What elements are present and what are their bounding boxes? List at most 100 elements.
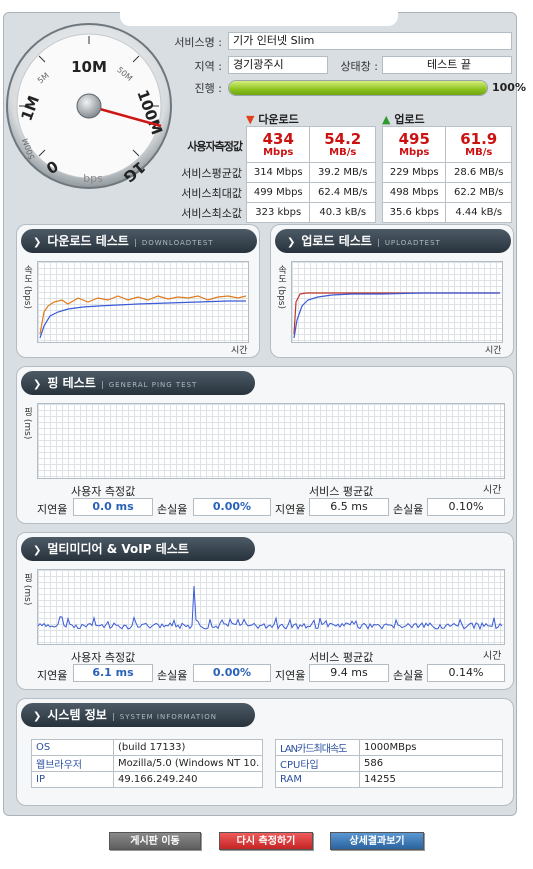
- ping-svc-latency: 6.5 ms: [309, 498, 389, 516]
- avg-label: 서비스평균값: [181, 167, 242, 180]
- ping-user-loss: 0.00%: [193, 498, 271, 516]
- ping-title-text: 핑 테스트: [47, 376, 96, 390]
- dl-mbs-cell: 54.2 MB/s: [309, 126, 376, 163]
- upload-avg-line: [293, 292, 500, 339]
- ram-label: RAM: [275, 771, 360, 788]
- ping-user-latency: 0.0 ms: [73, 498, 153, 516]
- max-label: 서비스최대값: [181, 187, 242, 200]
- region-field: 경기광주시: [228, 56, 328, 74]
- ul-max-mbs: 62.2 MB/s: [445, 182, 512, 203]
- download-avg-line: [39, 300, 246, 339]
- voip-title-text: 멀티미디어 & VoIP 테스트: [47, 542, 189, 556]
- upload-chart: [291, 261, 503, 343]
- ul-mbs-unit: MB/s: [465, 146, 493, 158]
- download-header-label: 다운로드: [258, 113, 299, 126]
- browser-label: 웹브라우저: [31, 755, 114, 772]
- gauge-label-10m: 10M: [71, 58, 107, 76]
- voip-user-loss: 0.00%: [193, 664, 271, 682]
- voip-chart: [37, 569, 505, 645]
- retest-button[interactable]: 다시 측정하기: [219, 832, 313, 850]
- ping-test-panel: ❯ 핑 테스트 GENERAL PING TEST 핑 (ms) 시간 사용자 측정…: [16, 366, 514, 524]
- cpu-value: 586: [359, 755, 503, 772]
- voip-user-latency: 6.1 ms: [73, 664, 153, 682]
- gauge-hub: [76, 93, 102, 119]
- ul-min-kbs: 4.44 kB/s: [445, 202, 512, 223]
- upload-subtitle: UPLOADTEST: [377, 239, 441, 247]
- dl-avg-mbps: 314 Mbps: [245, 162, 311, 183]
- system-table-left: OS (build 17133) 웹브라우저 Mozilla/5.0 (Window…: [31, 739, 263, 788]
- progress-label: 진행 :: [194, 82, 222, 95]
- download-panel-title: ❯ 다운로드 테스트 DOWNLOADTEST: [21, 229, 257, 253]
- voip-user-loss-label: 손실율: [157, 669, 188, 682]
- ip-value: 49.166.249.240: [113, 771, 263, 788]
- system-info-panel: ❯ 시스템 정보 SYSTEM INFORMATION OS (build 17133…: [16, 698, 514, 806]
- download-header: ▼ 다운로드: [246, 111, 299, 127]
- upload-test-panel: ❯ 업로드 테스트 UPLOADTEST 속도 (bps) 시간: [270, 224, 514, 358]
- ping-subtitle: GENERAL PING TEST: [101, 381, 198, 389]
- ul-mbps-value: 495: [398, 129, 430, 148]
- upload-y-axis-label: 속도 (bps): [276, 265, 286, 309]
- speed-gauge: 10M 1M 100M 1G 0 5M 50M 500M bps: [5, 22, 173, 190]
- service-name-label: 서비스명 :: [174, 36, 222, 49]
- board-button[interactable]: 게시판 이동: [109, 832, 201, 850]
- progress-bar: [228, 80, 488, 96]
- voip-svc-latency: 9.4 ms: [309, 664, 389, 682]
- progress-percent: 100%: [492, 81, 526, 94]
- upload-header: ▲ 업로드: [382, 111, 425, 127]
- ul-max-mbps: 498 Mbps: [381, 182, 447, 203]
- voip-user-latency-label: 지연율: [37, 669, 68, 682]
- voip-y-axis-label: 핑 (ms): [22, 573, 32, 606]
- dl-max-mbps: 499 Mbps: [245, 182, 311, 203]
- ul-min-kbps: 35.6 kbps: [381, 202, 447, 223]
- ul-avg-mbps: 229 Mbps: [381, 162, 447, 183]
- ul-mbs-value: 61.9: [460, 129, 498, 148]
- min-label: 서비스최소값: [181, 207, 242, 220]
- state-label: 상태창 :: [340, 60, 378, 73]
- download-table: 434 Mbps 54.2 MB/s 314 Mbps 39.2 MB/s 499 M…: [245, 126, 376, 223]
- upload-table: 495 Mbps 61.9 MB/s 229 Mbps 28.6 MB/s 498 M…: [381, 126, 512, 223]
- os-label: OS: [31, 739, 114, 756]
- voip-svc-loss-label: 손실율: [393, 669, 424, 682]
- voip-user-label: 사용자 측정값: [71, 651, 136, 664]
- dl-max-mbs: 62.4 MB/s: [309, 182, 376, 203]
- ping-svc-loss-label: 손실율: [393, 503, 424, 516]
- voip-svc-loss: 0.14%: [427, 664, 505, 682]
- progress-fill: [229, 81, 487, 95]
- detail-button[interactable]: 상세결과보기: [330, 832, 424, 850]
- ul-mbps-cell: 495 Mbps: [381, 126, 447, 163]
- chevron-right-icon: ❯: [33, 711, 42, 722]
- chevron-right-icon: ❯: [33, 237, 42, 248]
- chevron-right-icon: ❯: [287, 237, 296, 248]
- ping-user-latency-label: 지연율: [37, 503, 68, 516]
- ping-user-label: 사용자 측정값: [71, 485, 136, 498]
- dl-avg-mbs: 39.2 MB/s: [309, 162, 376, 183]
- download-chart: [37, 261, 249, 343]
- upload-x-axis-label: 시간: [485, 346, 502, 356]
- download-title-text: 다운로드 테스트: [47, 234, 129, 248]
- dl-mbs-value: 54.2: [324, 129, 362, 148]
- dl-min-kbps: 323 kbps: [245, 202, 311, 223]
- ping-panel-title: ❯ 핑 테스트 GENERAL PING TEST: [21, 371, 255, 395]
- dl-mbps-cell: 434 Mbps: [245, 126, 311, 163]
- upload-panel-title: ❯ 업로드 테스트 UPLOADTEST: [275, 229, 511, 253]
- download-x-axis-label: 시간: [231, 346, 248, 356]
- voip-latency-line: [38, 585, 503, 631]
- dl-mbps-unit: Mbps: [263, 146, 294, 158]
- download-subtitle: DOWNLOADTEST: [134, 239, 214, 247]
- upload-title-text: 업로드 테스트: [301, 234, 372, 248]
- upload-arrow-icon: ▲: [382, 113, 391, 126]
- download-y-axis-label: 속도 (bps): [22, 265, 32, 309]
- upload-header-label: 업로드: [394, 113, 425, 126]
- region-label: 지역 :: [194, 60, 222, 73]
- upload-speed-line: [293, 292, 500, 335]
- system-title-text: 시스템 정보: [47, 708, 107, 722]
- dl-mbs-unit: MB/s: [329, 146, 357, 158]
- state-field: 테스트 끝: [382, 56, 512, 74]
- ram-value: 14255: [359, 771, 503, 788]
- ping-svc-loss: 0.10%: [427, 498, 505, 516]
- voip-test-panel: ❯ 멀티미디어 & VoIP 테스트 핑 (ms) 시간 사용자 측정값 서비스 …: [16, 532, 514, 690]
- dl-min-kbs: 40.3 kB/s: [309, 202, 376, 223]
- browser-value: Mozilla/5.0 (Windows NT 10.: [113, 755, 263, 772]
- ping-x-axis-label: 시간: [483, 485, 502, 496]
- ping-chart: [37, 403, 505, 479]
